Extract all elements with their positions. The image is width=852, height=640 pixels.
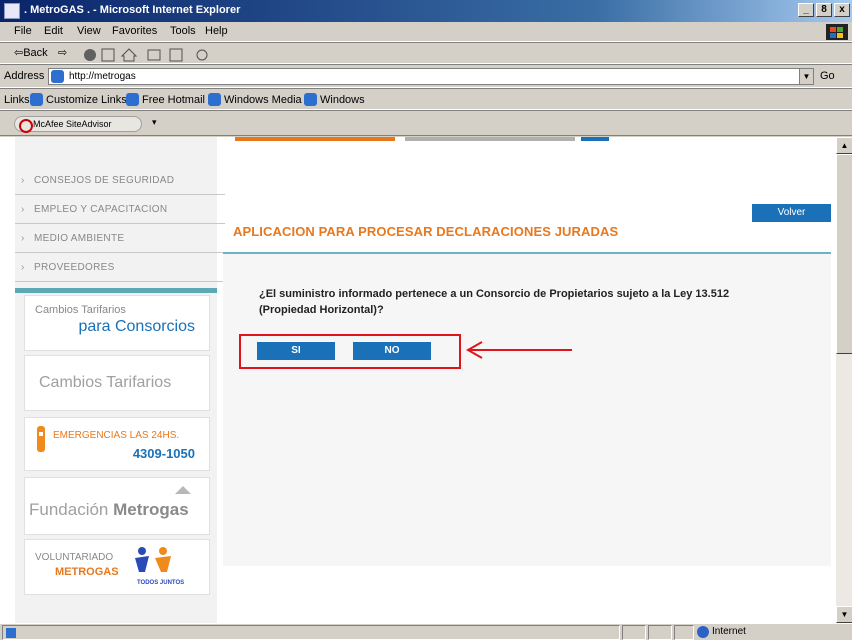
scroll-down-icon[interactable]: ▼ bbox=[836, 606, 852, 623]
back-button[interactable]: ⇦Back bbox=[14, 46, 48, 59]
menu-help[interactable]: Help bbox=[205, 25, 228, 37]
stop-icon bbox=[84, 49, 96, 61]
link-icon bbox=[126, 93, 139, 106]
link-icon bbox=[304, 93, 317, 106]
banner-consorcios[interactable]: Cambios Tarifarios para Consorcios bbox=[24, 295, 210, 351]
flame-logo-icon bbox=[175, 486, 191, 494]
vertical-scrollbar[interactable]: ▲ ▼ bbox=[835, 137, 852, 623]
no-button[interactable]: NO bbox=[353, 342, 431, 360]
question-text: ¿El suministro informado pertenece a un … bbox=[259, 288, 730, 316]
mcafee-dropdown-icon[interactable]: ▾ bbox=[152, 117, 157, 128]
banner-emergencias-phone: 4309-1050 bbox=[132, 446, 195, 461]
people-icon bbox=[135, 547, 171, 572]
forward-button[interactable]: ⇨ bbox=[58, 46, 67, 59]
link-customize[interactable]: Customize Links bbox=[46, 94, 127, 106]
security-zone-label: Internet bbox=[712, 626, 746, 637]
status-cell bbox=[648, 625, 672, 640]
banner-fundacion[interactable]: Fundación Metrogas bbox=[24, 477, 210, 535]
links-label: Links bbox=[4, 94, 30, 106]
link-icon bbox=[30, 93, 43, 106]
banner-consorcios-line1: Cambios Tarifarios bbox=[35, 304, 126, 316]
banner-emergencias-line1: EMERGENCIAS LAS 24HS. bbox=[53, 430, 180, 441]
banner-tarifarios-text: Cambios Tarifarios bbox=[39, 374, 172, 391]
menu-tools[interactable]: Tools bbox=[170, 25, 196, 37]
flame-icon bbox=[37, 426, 45, 452]
edit-icon bbox=[169, 48, 183, 62]
ie-page-icon bbox=[51, 70, 64, 83]
internet-zone-icon bbox=[697, 626, 709, 638]
banner-voluntariado[interactable]: VOLUNTARIADO METROGAS TODOS JUNTOS bbox=[24, 539, 210, 595]
sidebar-item-consejos[interactable]: CONSEJOS DE SEGURIDAD bbox=[15, 167, 225, 195]
sidebar-item-medio-ambiente[interactable]: MEDIO AMBIENTE bbox=[15, 225, 225, 253]
link-windows[interactable]: Windows bbox=[320, 94, 365, 106]
banner-voluntariado-line2: METROGAS bbox=[55, 566, 119, 578]
menu-file[interactable]: File bbox=[14, 25, 32, 37]
window-title: . MetroGAS . - Microsoft Internet Explor… bbox=[24, 4, 241, 16]
cut-off-text bbox=[235, 137, 655, 147]
menu-view[interactable]: View bbox=[77, 25, 101, 37]
print-icon bbox=[147, 49, 161, 61]
mcafee-toolbar: McAfee SiteAdvisor ▾ bbox=[0, 110, 852, 136]
refresh-icon bbox=[101, 48, 115, 62]
status-cell bbox=[622, 625, 646, 640]
links-bar: Links Customize Links Free Hotmail Windo… bbox=[0, 88, 852, 110]
banner-voluntariado-tag: TODOS JUNTOS bbox=[137, 580, 185, 586]
windows-logo-icon bbox=[826, 24, 848, 40]
red-arrow-icon bbox=[465, 341, 572, 359]
banner-voluntariado-line1: VOLUNTARIADO bbox=[35, 552, 114, 563]
status-cell bbox=[674, 625, 694, 640]
browser-window: . MetroGAS . - Microsoft Internet Explor… bbox=[0, 0, 852, 640]
banner-consorcios-line2: para Consorcios bbox=[78, 318, 196, 335]
banner-cambios-tarifarios[interactable]: Cambios Tarifarios bbox=[24, 355, 210, 411]
go-button[interactable]: Go bbox=[820, 70, 835, 82]
status-text-cell bbox=[2, 625, 620, 640]
sidebar-item-empleo[interactable]: EMPLEO Y CAPACITACION bbox=[15, 196, 225, 224]
close-button[interactable]: x bbox=[834, 3, 850, 17]
volver-button[interactable]: Volver bbox=[752, 204, 831, 222]
scroll-thumb[interactable] bbox=[836, 154, 852, 354]
toolbar-icons bbox=[84, 48, 208, 62]
page-content: CONSEJOS DE SEGURIDAD EMPLEO Y CAPACITAC… bbox=[0, 137, 835, 623]
address-input[interactable]: http://metrogas ▼ bbox=[48, 68, 814, 85]
banner-emergencias[interactable]: EMERGENCIAS LAS 24HS. 4309-1050 bbox=[24, 417, 210, 471]
link-hotmail[interactable]: Free Hotmail bbox=[142, 94, 205, 106]
menu-favorites[interactable]: Favorites bbox=[112, 25, 157, 37]
main-content: Volver APLICACION PARA PROCESAR DECLARAC… bbox=[221, 137, 835, 623]
link-windows-media[interactable]: Windows Media bbox=[224, 94, 302, 106]
home-icon bbox=[120, 48, 138, 62]
address-dropdown-icon[interactable]: ▼ bbox=[799, 69, 813, 84]
menu-edit[interactable]: Edit bbox=[44, 25, 63, 37]
menu-bar: File Edit View Favorites Tools Help bbox=[0, 22, 852, 42]
link-icon bbox=[208, 93, 221, 106]
banner-fundacion-text: Fundación Metrogas bbox=[29, 500, 189, 519]
address-value[interactable]: http://metrogas bbox=[69, 71, 136, 82]
address-label: Address bbox=[4, 70, 45, 82]
title-bar: . MetroGAS . - Microsoft Internet Explor… bbox=[0, 0, 852, 22]
ie-page-icon bbox=[4, 3, 20, 19]
page-status-icon bbox=[6, 628, 16, 638]
maximize-button[interactable]: 8 bbox=[816, 3, 832, 17]
status-bar: Internet bbox=[0, 623, 852, 640]
address-bar: Address http://metrogas ▼ Go bbox=[0, 64, 852, 88]
yes-button[interactable]: SI bbox=[257, 342, 335, 360]
sidebar-item-proveedores[interactable]: PROVEEDORES bbox=[15, 254, 225, 282]
standard-toolbar: ⇦Back ⇨ bbox=[0, 42, 852, 64]
mcafee-siteadvisor-button[interactable]: McAfee SiteAdvisor bbox=[14, 116, 142, 133]
page-title: APLICACION PARA PROCESAR DECLARACIONES J… bbox=[233, 224, 619, 239]
scroll-up-icon[interactable]: ▲ bbox=[836, 137, 852, 154]
question-panel: ¿El suministro informado pertenece a un … bbox=[223, 254, 831, 566]
sidebar-divider bbox=[15, 288, 217, 293]
messenger-icon bbox=[196, 49, 208, 61]
minimize-button[interactable]: _ bbox=[798, 3, 814, 17]
